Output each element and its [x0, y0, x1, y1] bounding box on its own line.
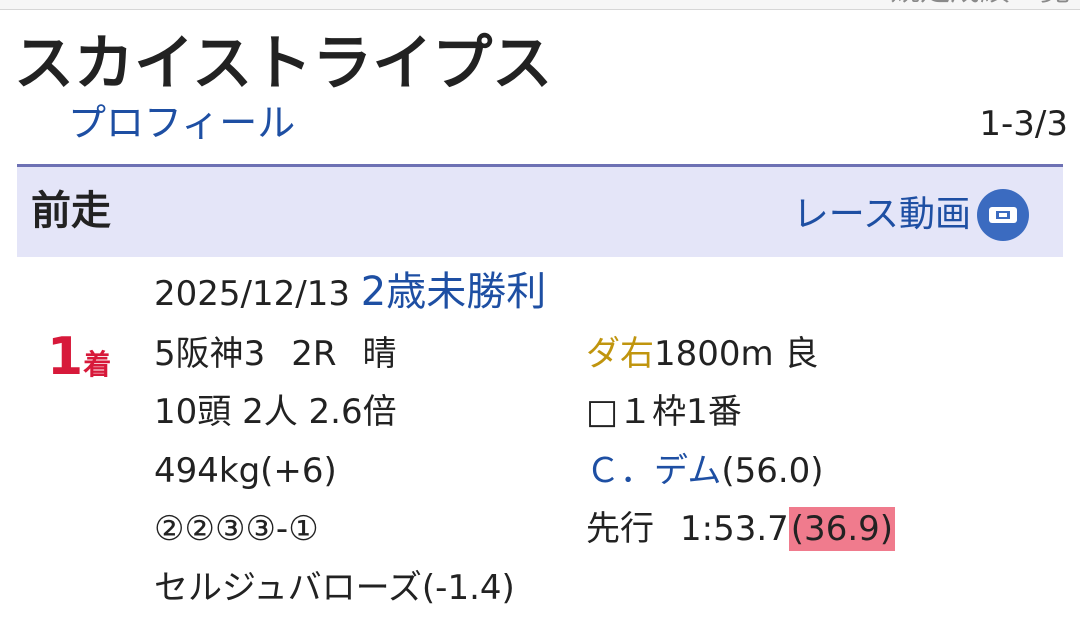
race-date-row: 2025/12/13 2歳未勝利 [154, 270, 546, 316]
race-weather: 晴 [362, 334, 397, 374]
track-condition: 良 [784, 334, 819, 374]
finish-position: 1着 [47, 327, 111, 387]
race-video-link[interactable]: レース動画 [793, 189, 1029, 241]
race-time: 1:53.7 [680, 509, 789, 549]
horse-name: スカイストライプス [14, 29, 553, 99]
race-venue: 5阪神3 [154, 334, 266, 374]
track-surface: ダ右 [586, 334, 654, 374]
top-nav-strip: 競走成績一覧 [0, 0, 1080, 10]
video-camera-icon[interactable] [977, 189, 1029, 241]
field-info: 10頭 2人 2.6倍 [154, 392, 397, 432]
page-count: 1-3/3 [979, 104, 1068, 144]
race-number: 2R [291, 334, 337, 374]
running-style: 先行 [586, 509, 654, 549]
race-course-row: ダ右1800m 良 [586, 332, 818, 376]
race-date: 2025/12/13 [154, 274, 350, 314]
race-venue-row: 5阪神3 2R 晴 [154, 332, 397, 376]
jockey-row: Ｃ．デム(56.0) [586, 449, 824, 493]
race-results-link[interactable]: 競走成績一覧 [890, 0, 1070, 8]
section-title: 前走 [31, 188, 111, 234]
previous-race-header: 前走 レース動画 [17, 164, 1063, 257]
jockey-weight: (56.0) [721, 451, 824, 491]
jockey-link[interactable]: Ｃ．デム [586, 451, 721, 491]
passing-order: ②②③③-① [154, 509, 319, 549]
time-row: 先行 1:53.7(36.9) [586, 507, 896, 551]
race-distance: 1800m [654, 334, 774, 374]
finish-unit: 着 [83, 348, 112, 381]
profile-link[interactable]: プロフィール [68, 100, 295, 146]
post-position: □１枠1番 [586, 392, 742, 432]
race-video-label: レース動画 [792, 194, 971, 235]
runner-up: セルジュバローズ(-1.4) [154, 568, 515, 608]
finish-number: 1 [47, 327, 84, 387]
last-3f-time: (36.9) [788, 507, 896, 551]
horse-weight: 494kg(+6) [154, 451, 337, 491]
race-name-link[interactable]: 2歳未勝利 [361, 269, 546, 315]
